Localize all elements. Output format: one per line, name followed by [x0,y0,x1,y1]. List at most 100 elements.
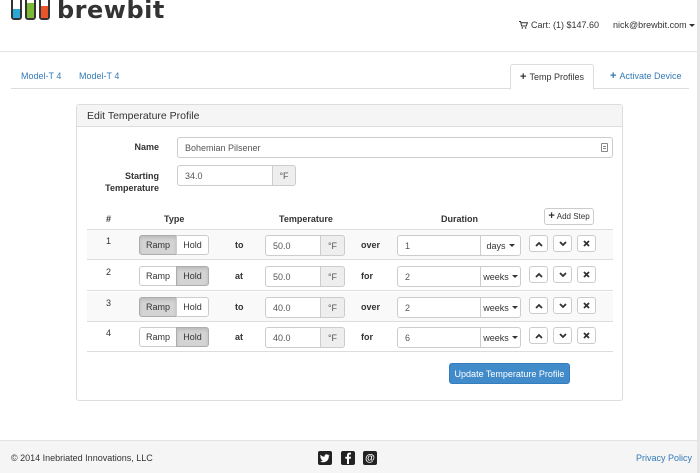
step-period-value: weeks [483,332,509,343]
hold-button[interactable]: Hold [176,327,209,347]
step-duration-value: 1 [405,241,411,251]
cart-icon [519,21,528,29]
close-icon [583,302,590,309]
chevron-up-icon [534,333,543,339]
tab-device-2[interactable]: Model-T 4 [79,71,119,81]
hold-button[interactable]: Hold [176,235,209,255]
email-icon[interactable]: @ [363,451,377,465]
temperature-label: Temperature [105,183,159,193]
step-type-toggle: Ramp Hold [139,235,209,255]
brewbit-logo[interactable]: brewbit [11,0,165,24]
move-step-up-button[interactable] [529,327,548,344]
step-period-dropdown[interactable]: weeks [480,297,521,318]
chevron-down-icon [511,336,518,339]
privacy-policy-link[interactable]: Privacy Policy [636,453,692,463]
chevron-down-icon [688,23,695,27]
step-duration-connector: over [361,240,381,250]
close-icon [583,332,590,339]
starting-temperature-value: 34.0 [185,171,203,181]
step-duration-value: 6 [405,333,411,343]
chevron-down-icon [558,240,567,246]
move-step-up-button[interactable] [529,266,548,283]
hold-button[interactable]: Hold [176,297,209,317]
profile-name-input[interactable]: Bohemian Pilsener [177,137,613,158]
step-type-toggle: Ramp Hold [139,297,209,317]
step-period-value: days [486,240,506,251]
step-period-dropdown[interactable]: weeks [480,266,521,287]
step-duration-value: 2 [405,303,411,313]
twitter-icon[interactable] [318,451,332,465]
step-duration-input[interactable]: 1 [397,235,481,256]
tab-activate-device[interactable]: + Activate Device [610,70,682,81]
step-number: 3 [106,298,112,308]
move-step-down-button[interactable] [553,327,572,344]
step-period-dropdown[interactable]: days [480,235,521,256]
device-tabs: Model-T 4 Model-T 4 + Temp Profiles + Ac… [11,64,689,90]
add-step-button[interactable]: + Add Step [544,208,594,225]
remove-step-button[interactable] [577,297,596,314]
step-number: 4 [106,328,112,338]
copyright-text: © 2014 Inebriated Innovations, LLC [11,453,153,463]
step-connector: at [235,271,244,281]
chevron-up-icon [534,303,543,309]
remove-step-button[interactable] [577,235,596,252]
panel-title: Edit Temperature Profile [77,105,622,127]
step-duration-input[interactable]: 2 [397,266,481,287]
update-profile-button[interactable]: Update Temperature Profile [449,363,570,384]
ramp-button[interactable]: Ramp [139,327,177,347]
list-icon [601,143,608,152]
tab-activate-device-label: Activate Device [619,71,682,81]
tab-temp-profiles[interactable]: + Temp Profiles [510,64,594,90]
step-duration-connector: for [361,271,373,281]
chevron-down-icon [558,302,567,308]
ramp-button[interactable]: Ramp [139,266,177,286]
step-type-toggle: Ramp Hold [139,266,209,286]
user-menu[interactable]: nick@brewbit.com [613,20,695,30]
step-duration-connector: for [361,332,373,342]
step-temperature-value: 50.0 [273,272,291,282]
plus-icon: + [520,70,527,83]
chevron-down-icon [511,275,518,278]
logo-bar-green [25,0,36,20]
step-connector: at [235,332,244,342]
col-header-type: Type [164,214,185,224]
tab-temp-profiles-label: Temp Profiles [529,72,584,82]
tab-device-1[interactable]: Model-T 4 [21,71,61,81]
facebook-icon[interactable] [341,451,355,465]
step-connector: to [235,240,244,250]
ramp-button[interactable]: Ramp [139,297,177,317]
move-step-up-button[interactable] [529,297,548,314]
ramp-button[interactable]: Ramp [139,235,177,255]
table-row: 1 Ramp Hold to 50.0 °F over 1 days [87,230,613,260]
step-temperature-input[interactable]: 40.0 [265,297,321,318]
chevron-up-icon [534,272,543,278]
move-step-up-button[interactable] [529,235,548,252]
cart-link[interactable]: Cart: (1) $147.60 [519,20,599,30]
site-footer: © 2014 Inebriated Innovations, LLC @ Pri… [0,440,700,473]
step-number: 1 [106,236,112,246]
remove-step-button[interactable] [577,327,596,344]
starting-temperature-input[interactable]: 34.0 [177,165,273,186]
unit-addon: °F [272,165,296,186]
hold-button[interactable]: Hold [176,266,209,286]
remove-step-button[interactable] [577,266,596,283]
step-duration-input[interactable]: 2 [397,297,481,318]
logo-text: brewbit [57,0,165,24]
move-step-down-button[interactable] [553,266,572,283]
step-duration-input[interactable]: 6 [397,327,481,348]
plus-icon: + [548,210,555,222]
step-temperature-input[interactable]: 50.0 [265,235,321,256]
step-unit-addon: °F [320,235,345,256]
step-temperature-input[interactable]: 50.0 [265,266,321,287]
table-row: 4 Ramp Hold at 40.0 °F for 6 weeks [87,322,613,352]
step-period-dropdown[interactable]: weeks [480,327,521,348]
logo-bar-orange [39,0,50,20]
move-step-down-button[interactable] [553,235,572,252]
step-connector: to [235,302,244,312]
table-row: 3 Ramp Hold to 40.0 °F over 2 weeks [87,292,613,322]
chevron-down-icon [508,244,515,247]
move-step-down-button[interactable] [553,297,572,314]
col-header-number: # [106,214,112,224]
step-type-toggle: Ramp Hold [139,327,209,347]
step-temperature-input[interactable]: 40.0 [265,327,321,348]
